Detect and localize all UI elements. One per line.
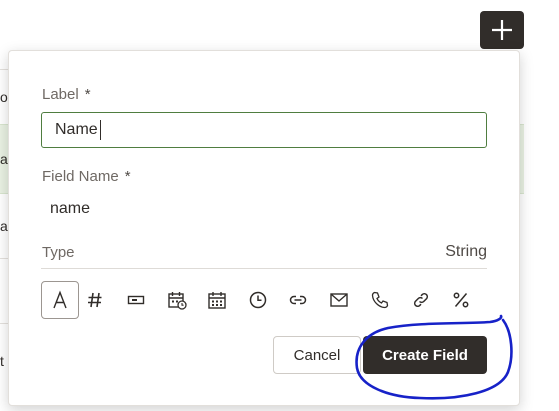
reference-icon bbox=[413, 292, 429, 308]
number-icon bbox=[88, 292, 102, 308]
type-option-number[interactable] bbox=[76, 281, 114, 319]
field-name-label-text: Field Name bbox=[42, 168, 119, 185]
boolean-icon bbox=[127, 295, 145, 305]
type-option-date[interactable] bbox=[198, 281, 236, 319]
url-icon bbox=[289, 295, 307, 305]
time-icon bbox=[249, 291, 267, 309]
type-option-url[interactable] bbox=[279, 281, 317, 319]
type-divider bbox=[41, 268, 487, 269]
create-field-button[interactable]: Create Field bbox=[363, 336, 487, 374]
type-option-boolean[interactable] bbox=[117, 281, 155, 319]
label-field-label: Label * bbox=[42, 86, 91, 103]
row-text-fragment: a bbox=[0, 151, 8, 167]
type-option-time[interactable] bbox=[239, 281, 277, 319]
create-field-popup: Label * Field Name * name Type String bbox=[8, 50, 520, 406]
text-caret bbox=[100, 120, 101, 140]
cancel-button[interactable]: Cancel bbox=[273, 336, 361, 374]
type-option-email[interactable] bbox=[320, 281, 358, 319]
email-icon bbox=[330, 293, 348, 307]
percent-icon bbox=[453, 292, 469, 308]
required-mark: * bbox=[124, 168, 131, 185]
type-option-datetime[interactable] bbox=[158, 281, 196, 319]
label-input[interactable] bbox=[41, 112, 487, 148]
phone-icon bbox=[371, 291, 389, 309]
field-name-value: name bbox=[50, 200, 91, 217]
row-text-fragment: t bbox=[0, 353, 4, 369]
required-mark: * bbox=[84, 86, 91, 103]
type-option-percent[interactable] bbox=[442, 281, 480, 319]
type-option-phone[interactable] bbox=[361, 281, 399, 319]
plus-icon bbox=[492, 20, 512, 40]
add-field-button[interactable] bbox=[480, 11, 524, 49]
string-icon bbox=[53, 290, 67, 309]
type-label: Type bbox=[42, 244, 75, 261]
field-name-label: Field Name * bbox=[42, 168, 131, 185]
row-text-fragment: o bbox=[0, 89, 8, 105]
type-option-string[interactable] bbox=[41, 281, 79, 319]
date-icon bbox=[208, 292, 226, 309]
type-option-reference[interactable] bbox=[402, 281, 440, 319]
row-text-fragment: a bbox=[0, 218, 8, 234]
selected-type-name: String bbox=[445, 243, 487, 260]
datetime-icon bbox=[168, 292, 187, 310]
label-field-label-text: Label bbox=[42, 86, 79, 103]
